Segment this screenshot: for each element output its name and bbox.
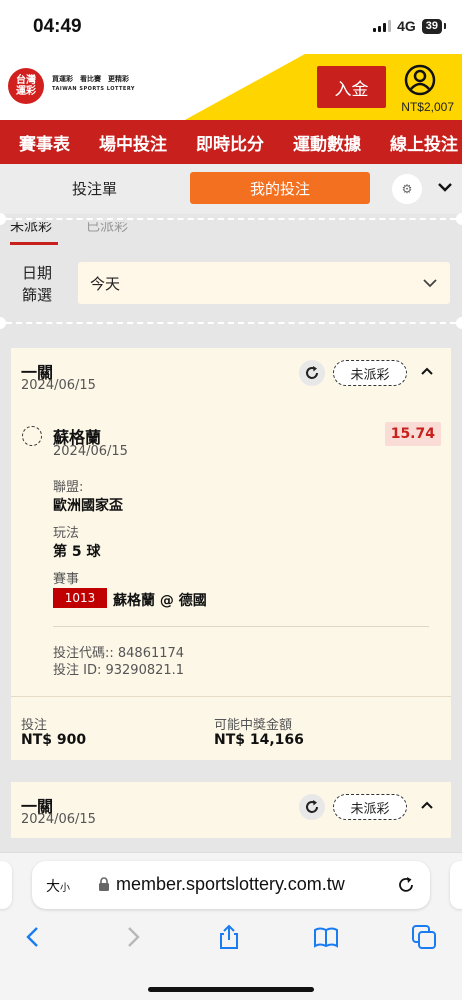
date-filter-value: 今天 (90, 274, 121, 293)
tab-unsettled[interactable]: 未派彩 (10, 222, 52, 236)
event-label: 賽事 (53, 572, 80, 587)
next-tab[interactable] (450, 861, 462, 909)
status-badge: 未派彩 (333, 360, 407, 386)
share-icon[interactable] (215, 923, 243, 951)
event-code-badge: 1013 (53, 588, 107, 608)
tab-settled[interactable]: 已派彩 (86, 222, 128, 236)
date-filter-select[interactable]: 今天 (78, 262, 450, 304)
tab-my-bets[interactable]: 我的投注 (190, 172, 370, 204)
user-icon[interactable] (404, 64, 436, 96)
nav-item-live-score[interactable]: 即時比分 (196, 130, 264, 155)
network-label: 4G (397, 18, 416, 34)
deposit-button[interactable]: 入金 (317, 66, 386, 108)
nav-item-schedule[interactable]: 賽事表 (19, 130, 70, 155)
account-balance: NT$2,007 (401, 100, 454, 114)
event-name: 蘇格蘭 @ 德國 (113, 593, 207, 609)
browser-toolbar: 大小 member.sportslottery.com.tw (0, 852, 462, 1000)
active-tab-underline (10, 242, 58, 245)
status-time: 04:49 (33, 16, 82, 37)
bet-date: 2024/06/15 (21, 812, 96, 827)
selection-date: 2024/06/15 (53, 444, 128, 459)
text-size-button[interactable]: 大小 (46, 876, 70, 896)
previous-tab[interactable] (0, 861, 12, 909)
odds-badge: 15.74 (384, 422, 441, 446)
market-label: 玩法 (53, 526, 80, 541)
refresh-icon[interactable] (299, 360, 325, 386)
signal-icon (373, 20, 392, 32)
tab-bet-slip[interactable]: 投注單 (72, 178, 117, 199)
bookmarks-icon[interactable] (312, 923, 340, 951)
payout-label: 可能中獎金額 (214, 718, 293, 733)
divider (53, 626, 429, 627)
lock-icon (99, 877, 109, 891)
divider (11, 696, 451, 697)
league-label: 聯盟: (53, 480, 84, 495)
nav-item-sports-data[interactable]: 運動數據 (293, 130, 361, 155)
battery-icon: 39 (421, 18, 447, 34)
chevron-up-icon[interactable] (419, 364, 435, 380)
chevron-up-icon[interactable] (419, 798, 435, 814)
nav-item-live-betting[interactable]: 場中投注 (99, 130, 167, 155)
bet-tabs: 投注單 我的投注 ⚙ (0, 164, 462, 214)
gear-icon[interactable]: ⚙ (392, 174, 422, 204)
nav-item-online-betting[interactable]: 線上投注 (390, 130, 458, 155)
back-icon[interactable] (20, 923, 48, 951)
stake-value: NT$ 900 (21, 732, 87, 748)
main-nav: 賽事表 場中投注 即時比分 運動數據 線上投注 (0, 120, 462, 164)
forward-icon[interactable] (118, 923, 146, 951)
bet-card: 一關 2024/06/15 未派彩 (11, 782, 451, 838)
bet-date: 2024/06/15 (21, 378, 96, 393)
date-filter-label: 日期 篩選 (22, 264, 53, 304)
tabs-icon[interactable] (410, 923, 438, 951)
url-text: member.sportslottery.com.tw (116, 874, 345, 894)
market-value: 第 5 球 (53, 544, 101, 560)
status-bar: 04:49 4G 39 (0, 0, 462, 54)
league-value: 歐洲國家盃 (53, 498, 123, 514)
reload-icon[interactable] (396, 875, 416, 895)
home-indicator (148, 987, 314, 992)
site-header: 台灣 運彩 買運彩 看比賽 更精彩 TAIWAN SPORTS LOTTERY … (0, 54, 462, 120)
bet-id: 投注 ID: 93290821.1 (53, 663, 185, 678)
stake-label: 投注 (21, 718, 48, 733)
refresh-icon[interactable] (299, 794, 325, 820)
browser-nav (0, 923, 462, 959)
bet-card: 一關 2024/06/15 未派彩 蘇格蘭 2024/06/15 15.74 聯… (11, 348, 451, 760)
address-bar[interactable]: 大小 member.sportslottery.com.tw (32, 861, 430, 909)
chevron-down-icon[interactable] (436, 178, 454, 196)
divider (6, 218, 456, 220)
payout-filter-tabs: 未派彩 已派彩 (10, 222, 160, 246)
status-badge: 未派彩 (333, 794, 407, 820)
status-indicators: 4G 39 (373, 18, 447, 34)
chevron-down-icon (423, 279, 437, 288)
selection-indicator (22, 426, 42, 446)
divider (6, 322, 456, 324)
brand-slogan: 買運彩 看比賽 更精彩 TAIWAN SPORTS LOTTERY (52, 75, 136, 92)
brand-logo[interactable]: 台灣 運彩 (8, 68, 44, 104)
payout-value: NT$ 14,166 (214, 732, 304, 748)
